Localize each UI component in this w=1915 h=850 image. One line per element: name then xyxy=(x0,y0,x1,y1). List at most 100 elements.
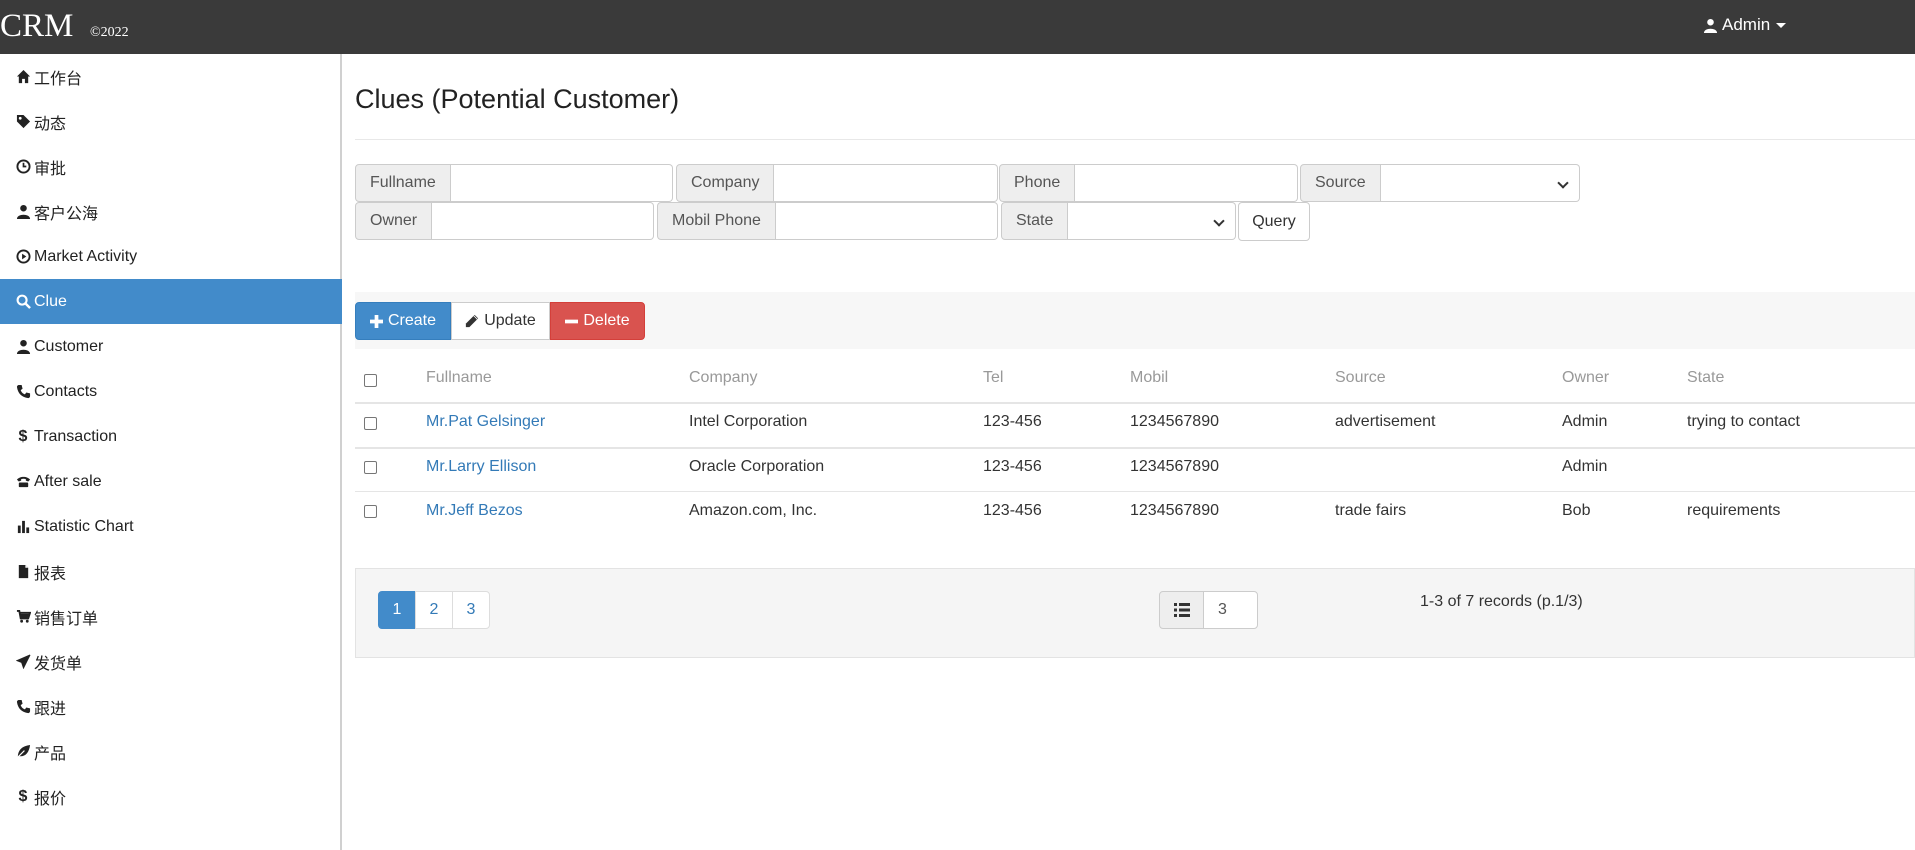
owner-input[interactable] xyxy=(432,202,655,240)
update-button[interactable]: Update xyxy=(451,302,550,340)
phone-alt-icon xyxy=(15,474,31,490)
table-cell-state: trying to contact xyxy=(1687,413,1800,430)
table-cell-source: trade fairs xyxy=(1335,502,1407,519)
sidebar-item-approval[interactable]: 审批 xyxy=(0,144,342,189)
caret-down-icon xyxy=(1776,22,1787,28)
list-icon xyxy=(1173,603,1190,617)
table-cell-tel: 123-456 xyxy=(983,413,1042,430)
table-cell-owner: Bob xyxy=(1562,502,1591,519)
page-button-1[interactable]: 1 xyxy=(378,591,416,629)
column-header-state[interactable]: State xyxy=(1687,369,1724,387)
sidebar-item-customer-pool[interactable]: 客户公海 xyxy=(0,189,342,234)
clue-name-link[interactable]: Mr.Larry Ellison xyxy=(426,458,536,476)
sidebar-item-label: 审批 xyxy=(34,160,67,178)
sidebar-item-label: 工作台 xyxy=(34,70,83,88)
sidebar-item-workbench[interactable]: 工作台 xyxy=(0,54,342,99)
sidebar-item-activity[interactable]: 动态 xyxy=(0,99,342,144)
tag-icon xyxy=(15,114,31,130)
filter-owner: Owner xyxy=(355,202,655,240)
page-size-toggle[interactable] xyxy=(1159,591,1204,629)
filter-mobile-label: Mobil Phone xyxy=(657,202,776,240)
brand-logo[interactable]: CRM xyxy=(0,8,73,44)
sidebar-item-label: Clue xyxy=(34,292,67,310)
delete-button-label: Delete xyxy=(583,312,630,329)
filter-company: Company xyxy=(676,164,999,202)
minus-icon xyxy=(565,319,579,323)
pencil-icon xyxy=(466,314,479,328)
column-header-tel[interactable]: Tel xyxy=(983,369,1003,387)
row-checkbox[interactable] xyxy=(364,461,377,474)
sidebar-item-statistic-chart[interactable]: Statistic Chart xyxy=(0,504,342,549)
sidebar-item-label: After sale xyxy=(34,472,102,490)
column-header-source[interactable]: Source xyxy=(1335,369,1386,387)
filter-source-label: Source xyxy=(1300,164,1381,202)
sidebar-item-clue[interactable]: Clue xyxy=(0,279,342,324)
sidebar-item-delivery[interactable]: 发货单 xyxy=(0,639,342,684)
company-input[interactable] xyxy=(774,164,999,202)
sidebar-item-market-activity[interactable]: Market Activity xyxy=(0,234,342,279)
sidebar-item-sales-order[interactable]: 销售订单 xyxy=(0,594,342,639)
delete-button[interactable]: Delete xyxy=(550,302,645,340)
sidebar-item-quote[interactable]: $ 报价 xyxy=(0,774,342,819)
pagination-bar xyxy=(355,568,1915,658)
file-icon xyxy=(15,564,31,580)
user-name: Admin xyxy=(1722,15,1771,34)
table-header-divider xyxy=(355,402,1915,404)
select-all-checkbox[interactable] xyxy=(364,374,377,387)
sidebar-item-product[interactable]: 产品 xyxy=(0,729,342,774)
play-circle-icon xyxy=(15,249,31,265)
filter-phone: Phone xyxy=(999,164,1299,202)
state-select[interactable] xyxy=(1068,202,1237,240)
user-menu[interactable]: Admin xyxy=(1703,15,1787,35)
sidebar-item-transaction[interactable]: $ Transaction xyxy=(0,414,342,459)
table-cell-company: Intel Corporation xyxy=(689,413,808,430)
leaf-icon xyxy=(15,744,31,760)
sidebar-item-customer[interactable]: Customer xyxy=(0,324,342,369)
send-icon xyxy=(15,654,31,670)
sidebar-item-report[interactable]: 报表 xyxy=(0,549,342,594)
table-cell-company: Amazon.com, Inc. xyxy=(689,502,818,519)
user-icon xyxy=(1703,18,1718,33)
phone-input[interactable] xyxy=(1075,164,1299,202)
page-button-3[interactable]: 3 xyxy=(452,591,490,629)
sidebar-item-contacts[interactable]: Contacts xyxy=(0,369,342,414)
sidebar-item-follow-up[interactable]: 跟进 xyxy=(0,684,342,729)
table-cell-tel: 123-456 xyxy=(983,502,1042,519)
table-cell-owner: Admin xyxy=(1562,458,1608,475)
phone-icon xyxy=(15,384,31,400)
column-header-company[interactable]: Company xyxy=(689,369,757,387)
filter-company-label: Company xyxy=(676,164,775,202)
sidebar-item-after-sale[interactable]: After sale xyxy=(0,459,342,504)
filter-fullname: Fullname xyxy=(355,164,673,202)
sidebar-item-label: 动态 xyxy=(34,115,67,133)
table-cell-mobile: 1234567890 xyxy=(1130,502,1219,519)
row-checkbox[interactable] xyxy=(364,505,377,518)
divider xyxy=(355,139,1915,140)
cart-icon xyxy=(15,609,31,625)
brand-year: ©2022 xyxy=(90,25,129,40)
row-checkbox[interactable] xyxy=(364,417,377,430)
table-row-divider xyxy=(355,491,1915,492)
page-size-input[interactable]: 3 xyxy=(1203,591,1258,629)
filter-fullname-label: Fullname xyxy=(355,164,451,202)
column-header-fullname[interactable]: Fullname xyxy=(426,369,492,387)
sidebar: 工作台 动态 审批 客户公海 Market Activity Clue Cust… xyxy=(0,54,342,850)
fullname-input[interactable] xyxy=(450,164,673,202)
plus-icon xyxy=(369,314,383,328)
sidebar-item-label: 报价 xyxy=(34,790,67,808)
column-header-owner[interactable]: Owner xyxy=(1562,369,1609,387)
table-cell-source: advertisement xyxy=(1335,413,1436,430)
source-select[interactable] xyxy=(1380,164,1580,202)
create-button[interactable]: Create xyxy=(355,302,451,340)
clue-name-link[interactable]: Mr.Pat Gelsinger xyxy=(426,413,545,431)
clock-icon xyxy=(15,159,31,175)
column-header-mobile[interactable]: Mobil xyxy=(1130,369,1168,387)
query-button[interactable]: Query xyxy=(1238,202,1310,241)
mobile-phone-input[interactable] xyxy=(775,202,998,240)
page-button-2[interactable]: 2 xyxy=(415,591,453,629)
sidebar-item-label: Customer xyxy=(34,337,104,355)
table-cell-owner: Admin xyxy=(1562,413,1608,430)
sidebar-item-label: Market Activity xyxy=(34,247,138,265)
clue-name-link[interactable]: Mr.Jeff Bezos xyxy=(426,502,523,520)
sidebar-item-label: Transaction xyxy=(34,427,117,445)
